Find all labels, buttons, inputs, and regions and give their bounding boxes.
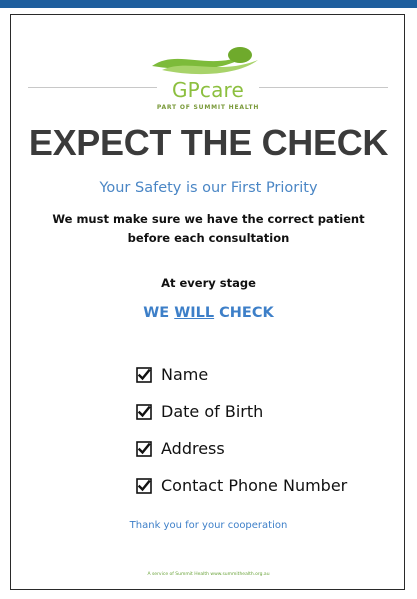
checkbox-checked-icon xyxy=(136,477,152,494)
thank-you-text: Thank you for your cooperation xyxy=(129,520,288,531)
check-item-label: Address xyxy=(161,439,225,458)
intro-text: We must make sure we have the correct pa… xyxy=(40,210,377,248)
list-item: Name xyxy=(136,356,347,393)
intro-line-1: We must make sure we have the correct pa… xyxy=(52,212,365,226)
subtitle: Your Safety is our First Priority xyxy=(99,180,318,196)
logo-swoosh-icon xyxy=(152,47,258,75)
list-item: Contact Phone Number xyxy=(136,467,347,504)
intro-line-2: before each consultation xyxy=(127,231,290,245)
check-list: Name Date of Birth Address Contact Phone… xyxy=(136,356,347,504)
top-header-bar xyxy=(0,0,417,8)
check-item-label: Name xyxy=(161,365,209,384)
we-will-check-before: WE xyxy=(143,305,175,321)
check-item-label: Date of Birth xyxy=(161,402,264,421)
checkbox-checked-icon xyxy=(136,366,152,383)
footer-text: A service of Summit Health www.summithea… xyxy=(147,572,270,577)
checkbox-checked-icon xyxy=(136,403,152,420)
we-will-check-after: CHECK xyxy=(214,305,274,321)
list-item: Date of Birth xyxy=(136,393,347,430)
check-item-label: Contact Phone Number xyxy=(161,476,348,495)
list-item: Address xyxy=(136,430,347,467)
checkbox-checked-icon xyxy=(136,440,152,457)
we-will-check-text: WE WILL CHECK xyxy=(0,305,417,321)
logo-name: GPcare xyxy=(157,78,259,102)
gpcare-logo: GPcare PART OF SUMMIT HEALTH xyxy=(138,44,278,112)
logo-tagline: PART OF SUMMIT HEALTH xyxy=(156,104,260,111)
page-title: EXPECT THE CHECK xyxy=(28,122,389,163)
we-will-check-underlined: WILL xyxy=(174,305,215,321)
stage-text: At every stage xyxy=(161,276,256,290)
